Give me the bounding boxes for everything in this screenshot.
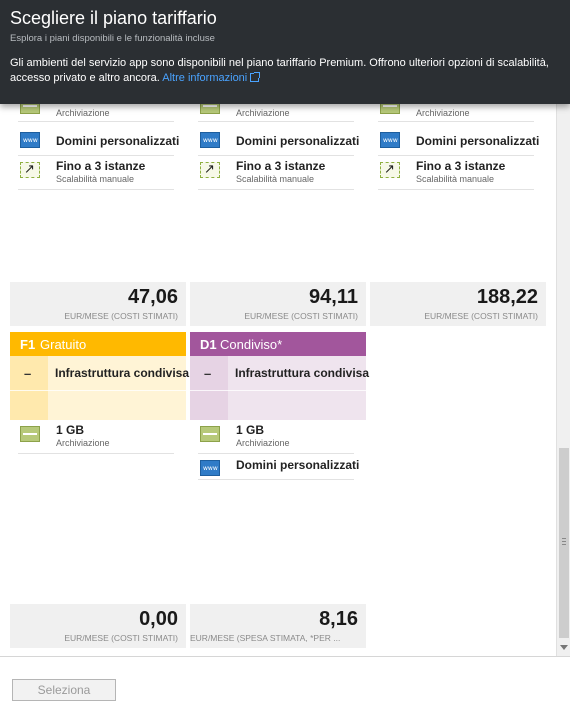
- price-value: 0,00: [139, 608, 178, 630]
- pricing-card-d1[interactable]: D1 Condiviso* – Infrastruttura condivisa…: [190, 332, 370, 648]
- feature-storage: Archiviazione: [198, 98, 354, 122]
- price-unit: EUR/MESE (SPESA STIMATA, *PER ...: [190, 633, 341, 643]
- price-box: 188,22 EUR/MESE (COSTI STIMATI): [370, 282, 546, 326]
- price-value: 188,22: [476, 286, 538, 308]
- www-icon: [20, 132, 40, 148]
- info-message: Gli ambienti del servizio app sono dispo…: [10, 56, 550, 86]
- tier-header: F1 Gratuito: [10, 332, 186, 356]
- feature-scale: Fino a 3 istanze Scalabilità manuale: [18, 156, 174, 190]
- grip-line: [562, 544, 566, 545]
- pricing-card[interactable]: Archiviazione Domini personalizzati Fino…: [10, 98, 186, 326]
- feature-domains: Domini personalizzati: [18, 126, 179, 156]
- dash-text: –: [204, 366, 212, 381]
- price-value: 8,16: [319, 608, 358, 630]
- feature-title: 1 GB: [56, 423, 85, 437]
- price-box: 0,00 EUR/MESE (COSTI STIMATI): [10, 604, 186, 648]
- feature-scale: Fino a 3 istanze Scalabilità manuale: [378, 156, 534, 190]
- feature-sub: Scalabilità manuale: [236, 174, 315, 184]
- dash-text: –: [24, 366, 32, 381]
- www-icon: [200, 460, 220, 476]
- pricing-tier-blade: Archiviazione Domini personalizzati Fino…: [0, 0, 570, 712]
- dash-cell: –: [190, 356, 228, 420]
- feature-sub: Scalabilità manuale: [56, 174, 135, 184]
- scroll-down-icon[interactable]: [560, 645, 568, 650]
- scale-icon: [20, 162, 40, 178]
- feature-title: Domini personalizzati: [236, 134, 360, 148]
- pricing-card[interactable]: Archiviazione Domini personalizzati Fino…: [190, 98, 366, 326]
- grip-line: [562, 541, 566, 542]
- storage-icon: [200, 426, 220, 442]
- tier-name: Gratuito: [40, 337, 87, 352]
- feature-sub: Scalabilità manuale: [416, 174, 495, 184]
- scrollbar-thumb[interactable]: [559, 448, 569, 638]
- price-unit: EUR/MESE (COSTI STIMATI): [424, 311, 538, 321]
- www-icon: [380, 132, 400, 148]
- tier-code: D1: [200, 337, 217, 352]
- shared-label: Infrastruttura condivisa: [55, 366, 190, 380]
- blade-footer: Seleziona: [0, 656, 570, 712]
- feature-storage: 1 GB Archiviazione: [198, 420, 354, 454]
- feature-title: 1 GB: [236, 423, 265, 437]
- divider: [190, 390, 366, 391]
- feature-title: Fino a 3 istanze: [56, 159, 146, 173]
- price-unit: EUR/MESE (COSTI STIMATI): [244, 311, 358, 321]
- feature-title: Fino a 3 istanze: [416, 159, 506, 173]
- scale-icon: [380, 162, 400, 178]
- price-box: 8,16 EUR/MESE (SPESA STIMATA, *PER ...: [190, 604, 366, 648]
- price-value: 47,06: [127, 286, 178, 308]
- info-text: Gli ambienti del servizio app sono dispo…: [10, 57, 549, 84]
- tier-header: D1 Condiviso*: [190, 332, 366, 356]
- feature-sub: Archiviazione: [416, 108, 470, 118]
- shared-label: Infrastruttura condivisa: [235, 366, 370, 380]
- feature-sub: Archiviazione: [56, 438, 110, 448]
- feature-title: Fino a 3 istanze: [236, 159, 326, 173]
- shared-infrastructure: – Infrastruttura condivisa: [10, 356, 190, 420]
- feature-domains: Domini personalizzati: [198, 454, 359, 480]
- external-link-icon: [250, 72, 261, 82]
- feature-scale: Fino a 3 istanze Scalabilità manuale: [198, 156, 354, 190]
- feature-title: Domini personalizzati: [416, 134, 540, 148]
- learn-more-label: Altre informazioni: [162, 72, 248, 84]
- feature-storage: Archiviazione: [18, 98, 174, 122]
- feature-title: Domini personalizzati: [236, 458, 360, 472]
- learn-more-link[interactable]: Altre informazioni: [162, 72, 261, 84]
- feature-domains: Domini personalizzati: [198, 126, 359, 156]
- grip-line: [562, 538, 566, 539]
- feature-sub: Archiviazione: [236, 108, 290, 118]
- feature-domains: Domini personalizzati: [378, 126, 539, 156]
- price-box: 94,11 EUR/MESE (COSTI STIMATI): [190, 282, 366, 326]
- feature-storage: Archiviazione: [378, 98, 534, 122]
- tier-name: Condiviso*: [220, 337, 283, 352]
- pricing-card-f1[interactable]: F1 Gratuito – Infrastruttura condivisa 1…: [10, 332, 190, 648]
- scale-icon: [200, 162, 220, 178]
- page-title: Scegliere il piano tariffario: [10, 8, 217, 28]
- price-unit: EUR/MESE (COSTI STIMATI): [64, 311, 178, 321]
- pricing-card[interactable]: Archiviazione Domini personalizzati Fino…: [370, 98, 546, 326]
- feature-title: Domini personalizzati: [56, 134, 180, 148]
- feature-sub: Archiviazione: [236, 438, 290, 448]
- shared-infrastructure: – Infrastruttura condivisa: [190, 356, 370, 420]
- divider: [10, 390, 186, 391]
- price-box: 47,06 EUR/MESE (COSTI STIMATI): [10, 282, 186, 326]
- price-value: 94,11: [309, 286, 358, 308]
- feature-storage: 1 GB Archiviazione: [18, 420, 174, 454]
- storage-icon: [20, 426, 40, 442]
- tier-code: F1: [20, 337, 36, 352]
- www-icon: [200, 132, 220, 148]
- dash-cell: –: [10, 356, 48, 420]
- feature-sub: Archiviazione: [56, 108, 110, 118]
- price-unit: EUR/MESE (COSTI STIMATI): [64, 633, 178, 643]
- page-subtitle: Esplora i piani disponibili e le funzion…: [10, 33, 215, 44]
- blade-header: Scegliere il piano tariffario Esplora i …: [0, 0, 570, 104]
- select-button[interactable]: Seleziona: [12, 679, 116, 701]
